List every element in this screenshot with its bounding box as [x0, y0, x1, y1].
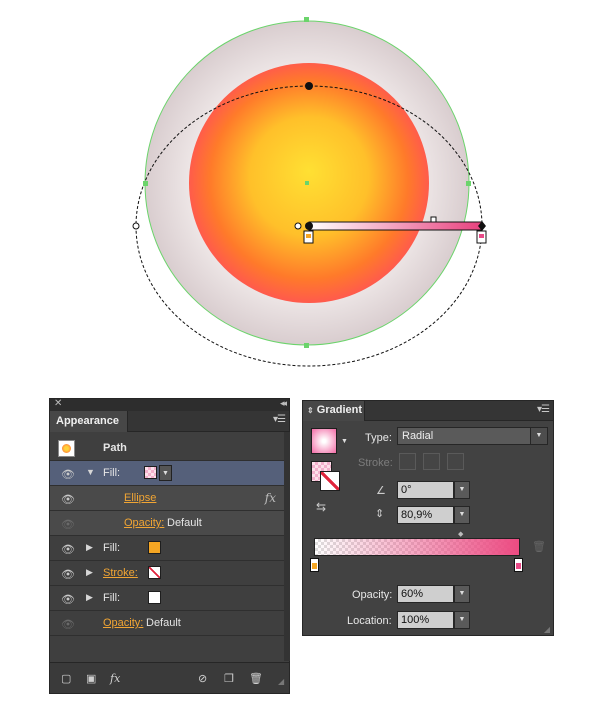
artboard[interactable] — [0, 0, 600, 390]
swatch-dropdown-button[interactable]: ▼ — [159, 465, 172, 481]
disclosure-open-icon[interactable]: ▼ — [86, 467, 95, 477]
gradient-slider[interactable] — [314, 538, 520, 556]
appearance-row-fill-gradient[interactable]: 👁 ▼ Fill: ▼ — [50, 461, 284, 486]
gradient-stop-end[interactable] — [514, 558, 523, 572]
aspect-ratio-dropdown-button[interactable]: ▼ — [454, 506, 470, 524]
clear-appearance-icon[interactable]: ⊘ — [198, 672, 207, 685]
appearance-row-fill-orange[interactable]: 👁 ▶ Fill: — [50, 536, 284, 561]
stroke-along-button[interactable] — [423, 453, 440, 470]
gradient-panel: ⇕ Gradient ▾☰ ▼ Type: Radial ▼ Stroke: ⇆… — [302, 400, 554, 636]
fill-label: Fill: — [103, 592, 121, 604]
stroke-across-button[interactable] — [447, 453, 464, 470]
visibility-eye-icon[interactable]: 👁 — [61, 568, 75, 581]
path-thumbnail-icon — [58, 440, 75, 457]
visibility-eye-icon[interactable]: 👁 — [61, 618, 75, 631]
panel-topbar: ✕ ◂◂ — [50, 398, 289, 411]
location-field[interactable]: 100% — [397, 611, 454, 629]
gradient-tab-row: ⇕ Gradient ▾☰ — [303, 401, 553, 421]
appearance-row-opacity[interactable]: 👁 Opacity: Default — [50, 611, 284, 636]
add-stroke-icon[interactable]: ▢ — [61, 672, 71, 685]
fx-icon[interactable]: fx — [265, 491, 276, 505]
type-value: Radial — [402, 430, 434, 442]
stroke-swatch-none[interactable] — [148, 566, 161, 579]
visibility-eye-icon[interactable]: 👁 — [61, 518, 75, 531]
gradient-stop-start[interactable] — [310, 558, 319, 572]
location-label: Location: — [347, 615, 392, 627]
appearance-row-ellipse-effect[interactable]: 👁 Ellipse fx — [50, 486, 284, 511]
appearance-bottom-toolbar: ▢ ▣ fx ⊘ ❐ 🗑 ◢ — [50, 662, 289, 693]
visibility-eye-icon[interactable]: 👁 — [61, 593, 75, 606]
appearance-row-stroke[interactable]: 👁 ▶ Stroke: — [50, 561, 284, 586]
midpoint-diamond-icon[interactable]: ◆ — [458, 530, 463, 538]
visibility-eye-icon[interactable]: 👁 — [61, 468, 75, 481]
opacity-link[interactable]: Opacity: — [103, 617, 143, 629]
stroke-indicator[interactable] — [320, 471, 340, 491]
panel-menu-icon[interactable]: ▾☰ — [537, 404, 550, 415]
anchor-point-bottom[interactable] — [304, 343, 309, 348]
opacity-value: Default — [167, 517, 202, 529]
delete-stop-icon[interactable]: 🗑 — [532, 540, 546, 553]
disclosure-closed-icon[interactable]: ▶ — [86, 542, 93, 553]
stroke-label: Stroke: — [358, 457, 393, 469]
fx-menu-icon[interactable]: fx — [110, 672, 120, 685]
appearance-row-fill-white[interactable]: 👁 ▶ Fill: — [50, 586, 284, 611]
tab-gradient[interactable]: ⇕ Gradient — [303, 401, 365, 421]
appearance-tab-row: Appearance ▾☰ — [50, 411, 289, 432]
fill-swatch-orange[interactable] — [148, 541, 161, 554]
scrollbar[interactable] — [284, 432, 290, 661]
aspect-ratio-icon: ⇕ — [375, 508, 385, 520]
annotator-top-handle[interactable] — [305, 82, 313, 90]
disclosure-closed-icon[interactable]: ▶ — [86, 592, 93, 603]
tab-appearance[interactable]: Appearance — [50, 411, 128, 432]
appearance-row-opacity-sub[interactable]: 👁 Opacity: Default — [50, 511, 284, 536]
location-dropdown-button[interactable]: ▼ — [454, 611, 470, 629]
annotator-left-handle[interactable] — [132, 222, 140, 230]
opacity-dropdown-button[interactable]: ▼ — [454, 585, 470, 603]
resize-grip-icon[interactable]: ◢ — [278, 677, 284, 686]
fill-label: Fill: — [103, 467, 121, 479]
anchor-point-right[interactable] — [466, 181, 471, 186]
reverse-gradient-icon[interactable]: ⇆ — [316, 500, 326, 514]
chevron-down-icon: ▼ — [530, 428, 547, 444]
resize-grip-icon[interactable]: ◢ — [544, 625, 550, 634]
type-dropdown[interactable]: Radial ▼ — [397, 427, 548, 445]
gradient-preview-swatch[interactable] — [311, 428, 337, 454]
angle-icon: ∠ — [376, 485, 386, 497]
visibility-eye-icon[interactable]: 👁 — [61, 493, 75, 506]
visibility-eye-icon[interactable]: 👁 — [61, 543, 75, 556]
collapse-icon[interactable]: ◂◂ — [280, 398, 287, 409]
opacity-value: Default — [146, 617, 181, 629]
appearance-panel: ✕ ◂◂ Appearance ▾☰ Path 👁 ▼ Fill: ▼ 👁 El… — [49, 398, 290, 694]
center-point[interactable] — [305, 181, 309, 185]
ellipse-effect-link[interactable]: Ellipse — [124, 492, 156, 504]
gradient-preset-dropdown-icon[interactable]: ▼ — [341, 438, 348, 445]
duplicate-item-icon[interactable]: ❐ — [224, 672, 234, 685]
angle-field[interactable]: 0° — [397, 481, 454, 499]
path-header-row[interactable]: Path — [50, 436, 284, 461]
stroke-within-button[interactable] — [399, 453, 416, 470]
close-icon[interactable]: ✕ — [54, 398, 62, 409]
disclosure-closed-icon[interactable]: ▶ — [86, 567, 93, 578]
stroke-link[interactable]: Stroke: — [103, 567, 138, 579]
gradient-tab-label: Gradient — [316, 404, 362, 416]
anchor-point-left[interactable] — [143, 181, 148, 186]
aspect-ratio-field[interactable]: 80,9% — [397, 506, 454, 524]
opacity-link[interactable]: Opacity: — [124, 517, 164, 529]
fill-label: Fill: — [103, 542, 121, 554]
fill-swatch-white[interactable] — [148, 591, 161, 604]
anchor-point-top[interactable] — [304, 17, 309, 22]
angle-dropdown-button[interactable]: ▼ — [454, 481, 470, 499]
type-label: Type: — [365, 432, 392, 444]
add-fill-icon[interactable]: ▣ — [86, 672, 96, 685]
opacity-label: Opacity: — [352, 589, 393, 601]
path-label: Path — [103, 442, 127, 454]
panel-options-icon[interactable]: ⇕ — [307, 406, 314, 415]
opacity-field[interactable]: 60% — [397, 585, 454, 603]
fill-swatch-gradient[interactable] — [144, 466, 157, 479]
panel-menu-icon[interactable]: ▾☰ — [273, 414, 286, 425]
trash-icon[interactable]: 🗑 — [249, 672, 263, 685]
